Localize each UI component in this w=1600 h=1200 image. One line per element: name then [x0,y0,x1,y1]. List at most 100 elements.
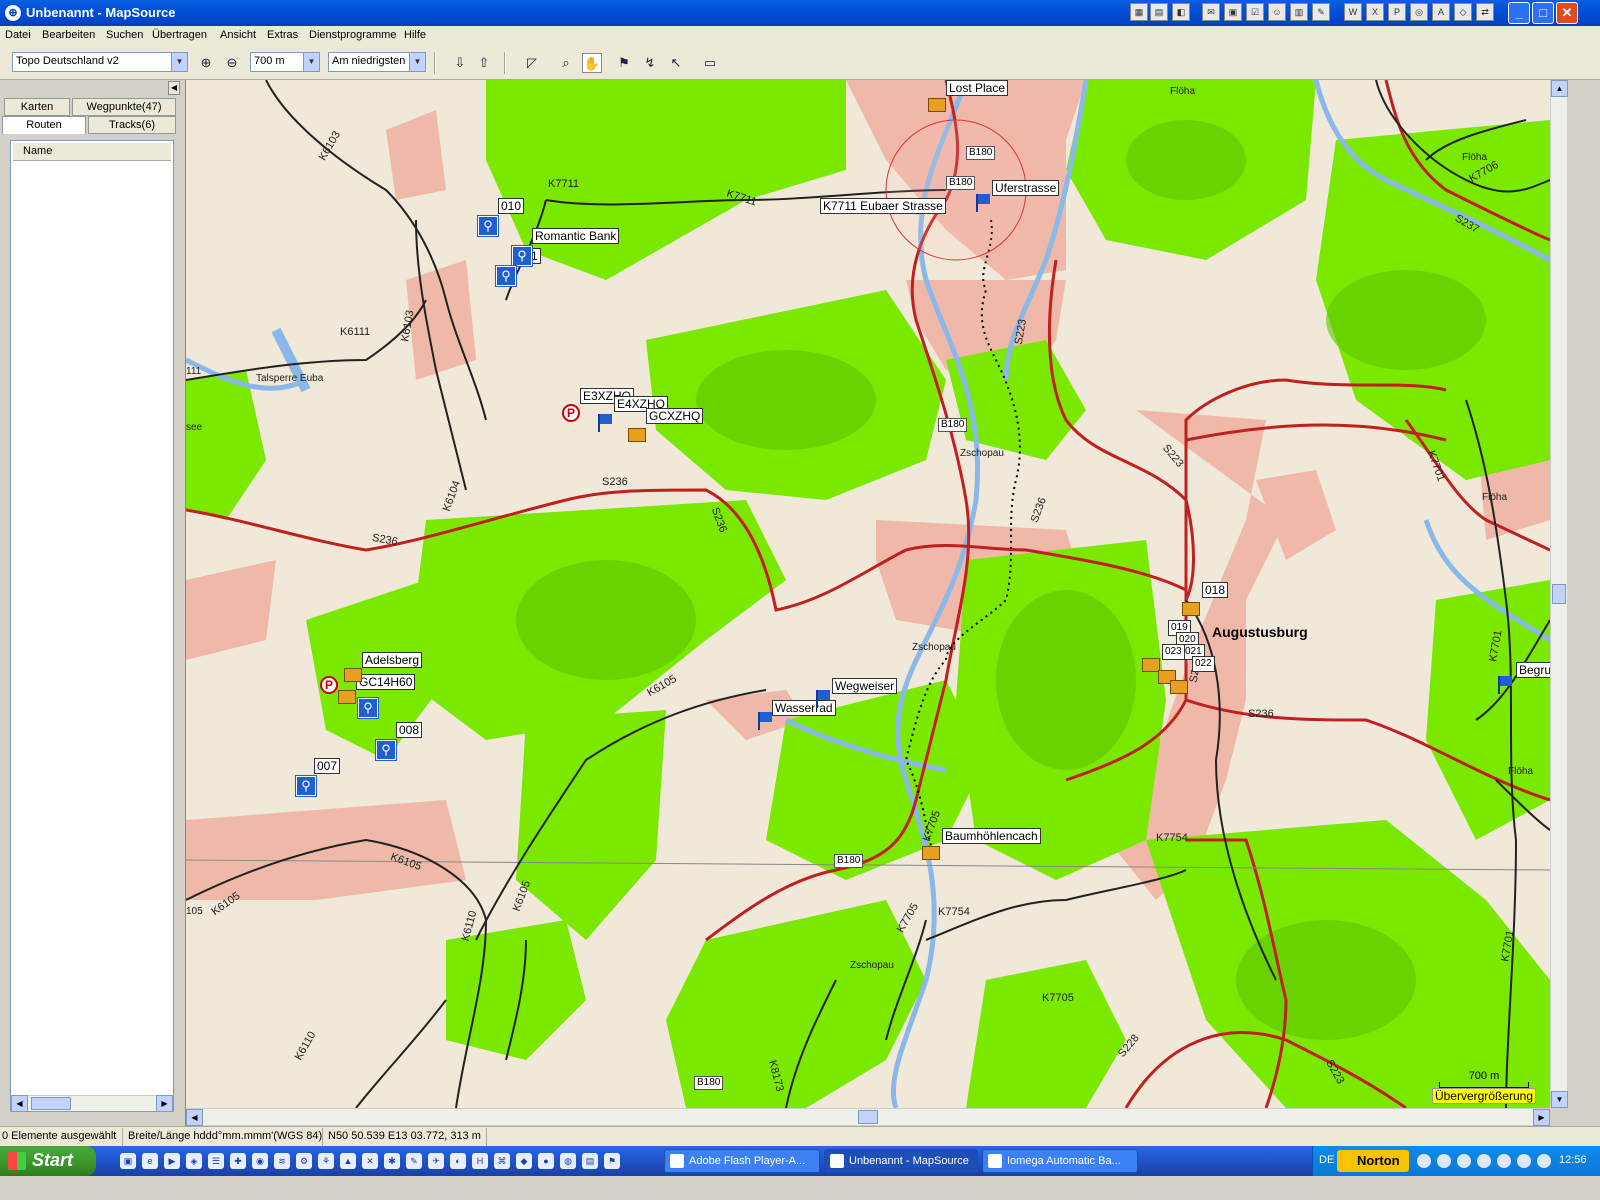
zoom-level-select[interactable]: 700 m ▼ [250,52,320,72]
waypoint-label-008[interactable]: 008 [396,722,423,738]
chevron-down-icon[interactable]: ▼ [171,53,187,71]
geocache-box-icon[interactable] [338,690,356,704]
hiker-icon[interactable]: ⚲ [511,245,533,267]
quicklaunch-icon-3[interactable]: ◧ [1172,3,1190,21]
flag-icon[interactable] [598,414,614,432]
quicklaunch-icon[interactable]: H [472,1153,488,1169]
waypoint-label-begru[interactable]: Begru [1516,662,1550,678]
waypoint-label-adelsberg[interactable]: Adelsberg [362,652,423,668]
maximize-button[interactable]: □ [1532,2,1554,24]
waypoint-label-gcxzhq[interactable]: GCXZHQ [646,408,704,424]
menu-extras[interactable]: Extras [267,29,298,41]
vertical-scroll-thumb[interactable] [1552,584,1566,604]
language-indicator[interactable]: DE [1319,1154,1334,1166]
zoom-out-icon[interactable]: ⊖ [222,53,242,73]
geocache-box-icon[interactable] [922,846,940,860]
tab-routen[interactable]: Routen [2,116,86,134]
tray-icon[interactable] [1537,1154,1551,1168]
waypoint-label-023[interactable]: 023 [1162,644,1185,660]
start-button[interactable]: Start [0,1146,96,1176]
zoom-in-icon[interactable]: ⊕ [196,53,216,73]
tray-icon[interactable] [1437,1154,1451,1168]
map-vertical-scrollbar[interactable]: ▲ ▼ [1550,80,1568,1108]
quicklaunch-icon[interactable]: ✈ [428,1153,444,1169]
tray-icon[interactable] [1497,1154,1511,1168]
quicklaunch-icon-2[interactable]: ▤ [1150,3,1168,21]
parking-icon[interactable]: P [320,676,338,694]
tab-karten[interactable]: Karten [4,98,70,116]
waypoint-label-wegweiser[interactable]: Wegweiser [832,678,898,694]
journal-icon[interactable]: ▥ [1290,3,1308,21]
norton-button[interactable]: Norton [1337,1150,1409,1172]
contacts-icon[interactable]: ☺ [1268,3,1286,21]
scroll-right-icon[interactable]: ▶ [156,1095,173,1112]
quicklaunch-icon[interactable]: ✱ [384,1153,400,1169]
minimize-button[interactable]: _ [1508,2,1530,24]
geocache-box-icon[interactable] [344,668,362,682]
hand-tool-icon[interactable]: ✋ [582,53,602,73]
tray-icon[interactable] [1517,1154,1531,1168]
publisher-icon[interactable]: ◎ [1410,3,1428,21]
tab-tracks[interactable]: Tracks(6) [88,116,176,134]
pointer-tool-icon[interactable]: ↖ [666,53,686,73]
flag-icon[interactable] [1498,676,1514,694]
quicklaunch-icon[interactable]: ≋ [274,1153,290,1169]
horizontal-scroll-thumb[interactable] [858,1110,878,1124]
scroll-thumb[interactable] [31,1097,71,1110]
map-horizontal-scrollbar[interactable]: ◀ ▶ [186,1108,1550,1126]
hiker-icon[interactable]: ⚲ [357,697,379,719]
show-desktop-icon[interactable]: ▣ [120,1153,136,1169]
quicklaunch-icon[interactable]: ▤ [582,1153,598,1169]
scroll-up-icon[interactable]: ▲ [1551,80,1568,97]
quicklaunch-icon[interactable]: ✕ [362,1153,378,1169]
waypoint-label-018[interactable]: 018 [1202,582,1229,598]
quicklaunch-icon[interactable]: ▲ [340,1153,356,1169]
hiker-icon[interactable]: ⚲ [477,215,499,237]
quicklaunch-icon[interactable]: ✎ [406,1153,422,1169]
notes-icon[interactable]: ✎ [1312,3,1330,21]
firefox-icon[interactable]: ◍ [560,1153,576,1169]
menu-dienstprogramme[interactable]: Dienstprogramme [309,29,396,41]
flag-icon[interactable] [758,712,774,730]
quicklaunch-icon[interactable]: ◐ [450,1153,466,1169]
quicklaunch-icon[interactable]: ◈ [186,1153,202,1169]
parking-icon[interactable]: P [562,404,580,422]
mail-icon[interactable]: ✉ [1202,3,1220,21]
send-to-device-icon[interactable]: ⇧ [474,53,494,73]
zoom-tool-icon[interactable]: ⌕ [556,53,576,73]
quicklaunch-icon[interactable]: ☰ [208,1153,224,1169]
tray-icon[interactable] [1477,1154,1491,1168]
quicklaunch-icon-1[interactable]: ▦ [1130,3,1148,21]
waypoint-label-baumhoehlencach[interactable]: Baumhöhlencach [942,828,1041,844]
quicklaunch-icon[interactable]: ⌘ [494,1153,510,1169]
flag-icon[interactable] [976,194,992,212]
scroll-left-icon[interactable]: ◀ [11,1095,28,1112]
waypoint-label-gc14h60[interactable]: GC14H60 [356,674,416,690]
name-column-header[interactable]: Name [13,143,171,161]
waypoint-label-007[interactable]: 007 [314,758,341,774]
menu-datei[interactable]: Datei [5,29,31,41]
hiker-icon[interactable]: ⚲ [295,775,317,797]
task-mapsource[interactable]: Unbenannt - MapSource [824,1149,978,1173]
geocache-box-icon[interactable] [1170,680,1188,694]
quicklaunch-icon[interactable]: ⚙ [296,1153,312,1169]
quicklaunch-icon[interactable]: ⚘ [318,1153,334,1169]
waypoint-label-lost-place[interactable]: Lost Place [946,80,1009,96]
quicklaunch-icon[interactable]: ⚑ [604,1153,620,1169]
internet-explorer-icon[interactable]: e [142,1153,158,1169]
waypoint-label-romantic-bank[interactable]: Romantic Bank [532,228,620,244]
hiker-icon[interactable]: ⚲ [495,265,517,287]
quicklaunch-icon[interactable]: ◉ [252,1153,268,1169]
chevron-down-icon[interactable]: ▼ [409,53,425,71]
detail-level-select[interactable]: Am niedrigsten ▼ [328,52,426,72]
access-icon[interactable]: A [1432,3,1450,21]
menu-hilfe[interactable]: Hilfe [404,29,426,41]
powerpoint-icon[interactable]: P [1388,3,1406,21]
close-button[interactable]: ✕ [1556,2,1578,24]
quicklaunch-icon[interactable]: ◆ [516,1153,532,1169]
menu-suchen[interactable]: Suchen [106,29,143,41]
switch-window-icon[interactable]: ⇄ [1476,3,1494,21]
selection-icon[interactable]: ◸ [522,53,542,73]
word-icon[interactable]: W [1344,3,1362,21]
waypoint-label-010[interactable]: 010 [498,198,525,214]
